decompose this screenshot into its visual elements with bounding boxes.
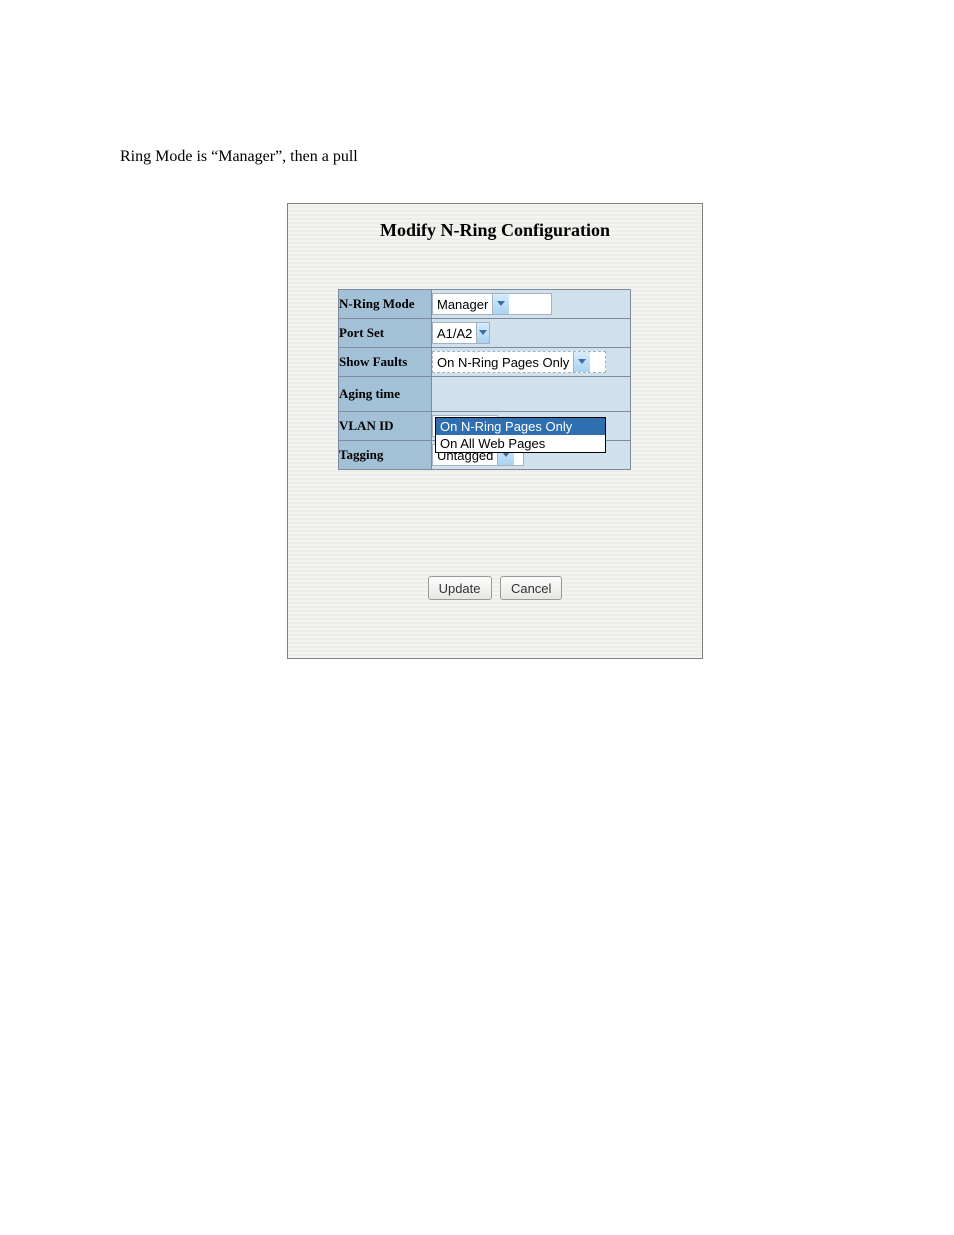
show-faults-option-allweb[interactable]: On All Web Pages	[436, 435, 605, 452]
button-row: Update Cancel	[288, 576, 702, 600]
cancel-button[interactable]: Cancel	[500, 576, 562, 600]
port-set-select[interactable]: A1/A2	[432, 322, 490, 344]
intro-text: Ring Mode is “Manager”, then a pull	[120, 148, 358, 166]
show-faults-option-nring[interactable]: On N-Ring Pages Only	[436, 418, 605, 435]
show-faults-options[interactable]: On N-Ring Pages Only On All Web Pages	[435, 417, 606, 453]
nring-mode-select[interactable]: Manager	[432, 293, 552, 315]
label-port-set: Port Set	[339, 319, 432, 348]
nring-mode-value: Manager	[433, 294, 492, 314]
label-show-faults: Show Faults	[339, 348, 432, 377]
chevron-down-icon[interactable]	[492, 294, 509, 314]
label-nring-mode: N-Ring Mode	[339, 290, 432, 319]
show-faults-select[interactable]: On N-Ring Pages Only	[432, 351, 606, 373]
chevron-down-icon[interactable]	[573, 352, 590, 372]
label-aging-time: Aging time	[339, 377, 432, 412]
label-tagging: Tagging	[339, 441, 432, 470]
aging-time-cell	[432, 377, 631, 412]
config-panel: Modify N-Ring Configuration N-Ring Mode …	[287, 203, 703, 659]
label-vlan-id: VLAN ID	[339, 412, 432, 441]
show-faults-value: On N-Ring Pages Only	[433, 352, 573, 372]
panel-title: Modify N-Ring Configuration	[288, 204, 702, 241]
chevron-down-icon[interactable]	[476, 323, 489, 343]
update-button[interactable]: Update	[428, 576, 492, 600]
port-set-value: A1/A2	[433, 323, 476, 343]
